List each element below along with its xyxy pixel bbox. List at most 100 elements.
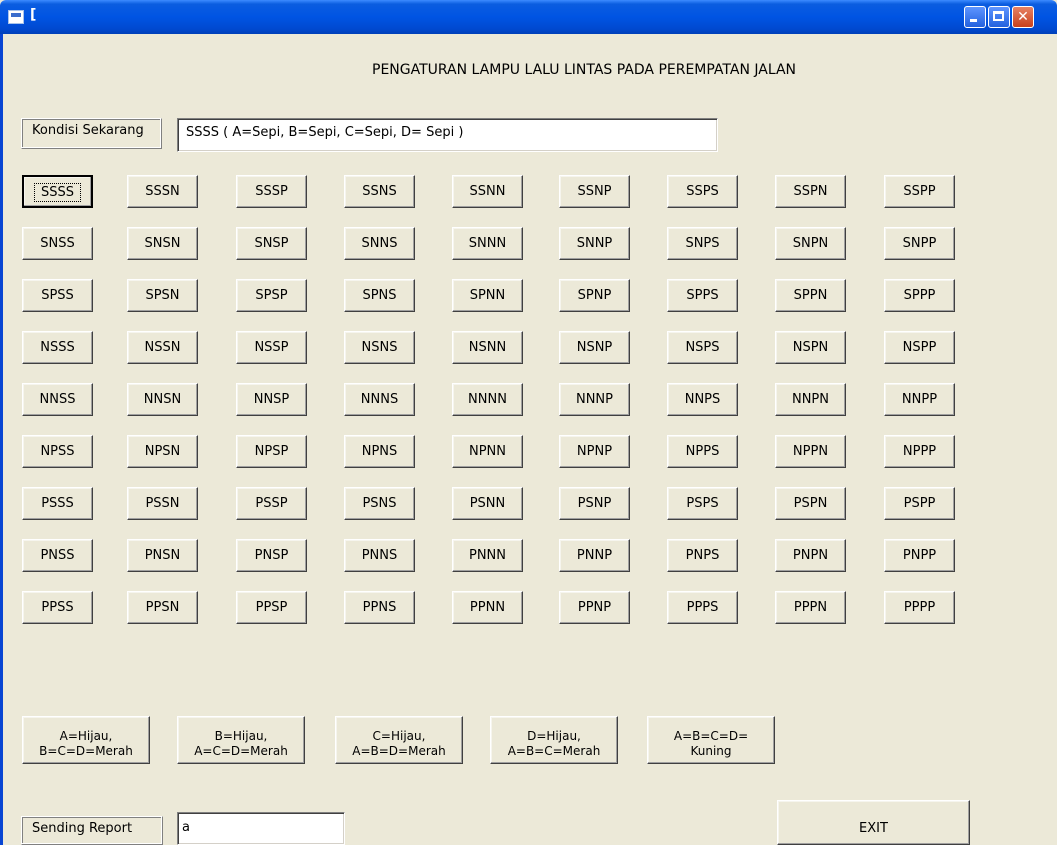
state-button-npsn[interactable]: NPSN [127,435,198,468]
state-button-pssn[interactable]: PSSN [127,487,198,520]
state-button-sspp[interactable]: SSPP [884,175,955,208]
state-button-spsn[interactable]: SPSN [127,279,198,312]
state-button-snnp[interactable]: SNNP [559,227,630,260]
state-button-npnp[interactable]: NPNP [559,435,630,468]
maximize-button[interactable] [988,6,1010,28]
state-button-pssp[interactable]: PSSP [236,487,307,520]
state-button-snps[interactable]: SNPS [667,227,738,260]
state-button-nnpn[interactable]: NNPN [775,383,846,416]
light-button-5[interactable]: A=B=C=D= Kuning [647,716,775,764]
state-button-nsnp[interactable]: NSNP [559,331,630,364]
state-button-spns[interactable]: SPNS [344,279,415,312]
state-button-pppn[interactable]: PPPN [775,591,846,624]
state-button-pnns[interactable]: PNNS [344,539,415,572]
state-button-nnnp[interactable]: NNNP [559,383,630,416]
state-button-label: PSSS [41,496,74,511]
state-button-ppss[interactable]: PPSS [22,591,93,624]
minimize-button[interactable] [964,6,986,28]
state-button-nnnn[interactable]: NNNN [452,383,523,416]
state-button-pnnn[interactable]: PNNN [452,539,523,572]
state-button-npnn[interactable]: NPNN [452,435,523,468]
state-button-snpn[interactable]: SNPN [775,227,846,260]
state-button-sssn[interactable]: SSSN [127,175,198,208]
state-button-nnsp[interactable]: NNSP [236,383,307,416]
state-button-snsp[interactable]: SNSP [236,227,307,260]
state-button-nnns[interactable]: NNNS [344,383,415,416]
state-button-snsn[interactable]: SNSN [127,227,198,260]
state-button-spsp[interactable]: SPSP [236,279,307,312]
state-button-sppp[interactable]: SPPP [884,279,955,312]
light-button-2[interactable]: B=Hijau, A=C=D=Merah [177,716,305,764]
state-button-nssn[interactable]: NSSN [127,331,198,364]
kondisi-field[interactable]: SSSS ( A=Sepi, B=Sepi, C=Sepi, D= Sepi ) [177,118,718,152]
light-button-3[interactable]: C=Hijau, A=B=D=Merah [335,716,463,764]
state-button-spnp[interactable]: SPNP [559,279,630,312]
state-button-npss[interactable]: NPSS [22,435,93,468]
state-button-sspn[interactable]: SSPN [775,175,846,208]
state-button-label: SPPN [793,288,828,303]
state-button-nnss[interactable]: NNSS [22,383,93,416]
state-button-ppnp[interactable]: PPNP [559,591,630,624]
state-button-pnps[interactable]: PNPS [667,539,738,572]
state-button-snss[interactable]: SNSS [22,227,93,260]
state-button-pnsp[interactable]: PNSP [236,539,307,572]
state-button-spnn[interactable]: SPNN [452,279,523,312]
state-button-ssnn[interactable]: SSNN [452,175,523,208]
state-button-pspp[interactable]: PSPP [884,487,955,520]
light-button-4[interactable]: D=Hijau, A=B=C=Merah [490,716,618,764]
state-button-label: SNSP [254,236,289,251]
state-button-label: PPNS [362,600,397,615]
state-button-spss[interactable]: SPSS [22,279,93,312]
app-icon[interactable] [8,10,24,24]
state-button-npsp[interactable]: NPSP [236,435,307,468]
state-button-sppn[interactable]: SPPN [775,279,846,312]
state-button-pnss[interactable]: PNSS [22,539,93,572]
state-button-nppp[interactable]: NPPP [884,435,955,468]
state-button-pnpp[interactable]: PNPP [884,539,955,572]
state-button-psnp[interactable]: PSNP [559,487,630,520]
state-button-psnn[interactable]: PSNN [452,487,523,520]
exit-button[interactable]: EXIT [777,800,970,845]
light-button-line1: A=B=C=D= [673,728,749,743]
state-button-ppns[interactable]: PPNS [344,591,415,624]
state-button-npps[interactable]: NPPS [667,435,738,468]
state-button-label: PPSP [255,600,288,615]
state-button-ssps[interactable]: SSPS [667,175,738,208]
state-button-ssns[interactable]: SSNS [344,175,415,208]
state-button-nsss[interactable]: NSSS [22,331,93,364]
state-button-nppn[interactable]: NPPN [775,435,846,468]
state-button-nsps[interactable]: NSPS [667,331,738,364]
state-button-ppsn[interactable]: PPSN [127,591,198,624]
state-button-snpp[interactable]: SNPP [884,227,955,260]
state-button-pnpn[interactable]: PNPN [775,539,846,572]
state-button-nsns[interactable]: NSNS [344,331,415,364]
state-button-nspp[interactable]: NSPP [884,331,955,364]
state-button-nssp[interactable]: NSSP [236,331,307,364]
state-button-ppps[interactable]: PPPS [667,591,738,624]
state-button-nnps[interactable]: NNPS [667,383,738,416]
state-button-nnpp[interactable]: NNPP [884,383,955,416]
state-button-sssp[interactable]: SSSP [236,175,307,208]
state-button-nsnn[interactable]: NSNN [452,331,523,364]
state-button-nnsn[interactable]: NNSN [127,383,198,416]
state-button-nspn[interactable]: NSPN [775,331,846,364]
state-button-npns[interactable]: NPNS [344,435,415,468]
state-button-pnnp[interactable]: PNNP [559,539,630,572]
state-button-spps[interactable]: SPPS [667,279,738,312]
state-button-psss[interactable]: PSSS [22,487,93,520]
state-button-ssss[interactable]: SSSS [22,175,93,208]
state-button-snnn[interactable]: SNNN [452,227,523,260]
light-button-1[interactable]: A=Hijau, B=C=D=Merah [22,716,150,764]
state-button-snns[interactable]: SNNS [344,227,415,260]
state-button-psps[interactable]: PSPS [667,487,738,520]
state-button-pnsn[interactable]: PNSN [127,539,198,572]
state-button-pppp[interactable]: PPPP [884,591,955,624]
state-button-pspn[interactable]: PSPN [775,487,846,520]
close-button[interactable]: ✕ [1012,6,1034,28]
kondisi-label: Kondisi Sekarang [21,118,162,149]
state-button-psns[interactable]: PSNS [344,487,415,520]
state-button-ppsp[interactable]: PPSP [236,591,307,624]
sending-report-field[interactable]: a [177,812,345,845]
state-button-ssnp[interactable]: SSNP [559,175,630,208]
state-button-ppnn[interactable]: PPNN [452,591,523,624]
